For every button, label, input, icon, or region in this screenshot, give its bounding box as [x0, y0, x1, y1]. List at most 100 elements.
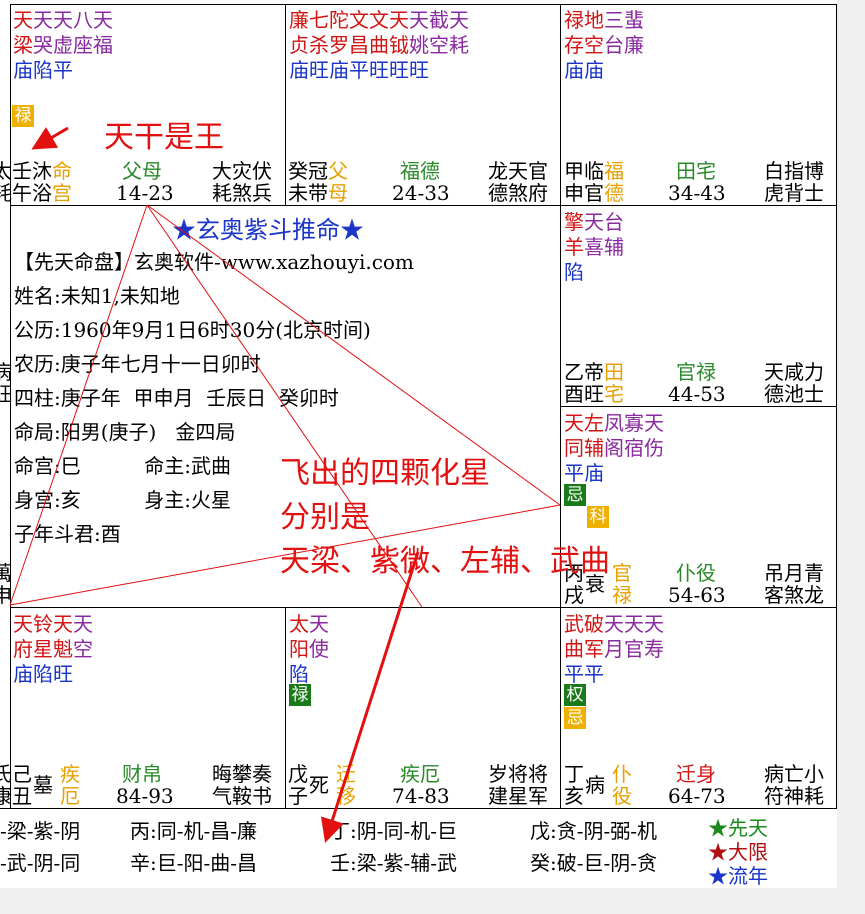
star-char: 天 [389, 8, 409, 32]
life-stage: 病 [585, 773, 605, 797]
star-char: 左 [584, 411, 604, 435]
scrollbar-horizontal[interactable] [0, 888, 865, 914]
star-char: 军 [584, 637, 604, 661]
stem: 甲 [564, 159, 584, 183]
palace-gods: 晦攀奏 [212, 762, 272, 786]
star-char: 文 [349, 8, 369, 32]
star-char: 府 [13, 637, 33, 661]
star-char: 天 [13, 8, 33, 32]
palace-name: 福德 [400, 159, 440, 183]
palace-wu-stem: 癸冠父 [288, 160, 348, 182]
star-char: 天 [53, 8, 73, 32]
solar-date-line: 公历:1960年9月1日6时30分(北京时间) [14, 318, 371, 342]
star-char: 陷 [564, 260, 584, 284]
star-char: 武 [564, 612, 584, 636]
branch: 亥 [564, 784, 584, 808]
palace-you-stem: 乙帝田 [564, 361, 624, 383]
software-line: 【先天命盘】玄奥软件-www.xazhouyi.com [14, 250, 414, 274]
star-char: 寿 [644, 637, 664, 661]
palace-tag: 德 [604, 181, 624, 205]
star-char: 庙 [584, 58, 604, 82]
life-palace-line: 命宫:巳 命主:武曲 [14, 454, 232, 478]
palace-hai-stem: 丁 [564, 763, 584, 785]
palace-stars: 天天天八天 梁哭虚座福 庙陷平 [13, 8, 113, 83]
star-char: 杀 [309, 33, 329, 57]
star-char: 文 [369, 8, 389, 32]
star-char: 辅 [604, 235, 624, 259]
star-char: 天 [93, 8, 113, 32]
star-char: 官 [624, 637, 644, 661]
star-char: 庙 [329, 58, 349, 82]
four-pillars-line: 四柱:庚子年 甲申月 壬辰日 癸卯时 [14, 386, 339, 410]
star-char: 旺 [309, 58, 329, 82]
name-line: 姓名:未知1,未知地 [14, 284, 180, 308]
palace-tag: 官 [612, 561, 632, 585]
star-char: 庙 [13, 662, 33, 686]
edge-char: 康 [0, 784, 12, 808]
destiny-pattern-line: 命局:阳男(庚子) 金四局 [14, 420, 236, 444]
sihua-cell: 辛:巨-阳-曲-昌 [130, 851, 258, 875]
palace-stars: 廉七陀文文天天截天 贞杀罗昌曲钺姚空耗 庙旺庙平旺旺旺 [289, 8, 469, 83]
star-char: 天 [53, 612, 73, 636]
palace-si-branch: 午浴宫 [12, 182, 72, 204]
star-char: 台 [604, 33, 624, 57]
palace-stars: 天左凤寡天 同辅阁宿伤 平庙 [564, 411, 664, 486]
edge-char: 耗 [0, 181, 12, 205]
life-stage: 死 [309, 773, 329, 797]
palace-name: 官禄 [676, 360, 716, 384]
ji-badge: 忌 [564, 707, 586, 729]
sihua-cell: 戊:贪-阴-弼-机 [530, 819, 658, 843]
star-char: 陷 [33, 662, 53, 686]
palace-tag: 禄 [612, 583, 632, 607]
star-char: 魁 [53, 637, 73, 661]
star-char: 伤 [644, 436, 664, 460]
star-char: 同 [564, 436, 584, 460]
star-char: 蜚 [624, 8, 644, 32]
quan-badge: 权 [564, 684, 586, 706]
palace-tag: 仆 [612, 762, 632, 786]
star-char: 破 [584, 612, 604, 636]
star-char: 太 [289, 612, 309, 636]
star-char: 天 [409, 8, 429, 32]
star-char: 旺 [369, 58, 389, 82]
stem: 戊 [288, 762, 308, 786]
branch: 午 [12, 181, 32, 205]
scrollbar-vertical[interactable] [837, 0, 865, 888]
stem: 乙 [564, 360, 584, 384]
annotation-tiangan: 天干是王 [104, 120, 224, 155]
sihua-cell: 癸:破-巨-阴-贪 [530, 851, 658, 875]
palace-tag: 母 [328, 181, 348, 205]
life-stage: 临 [584, 159, 604, 183]
palace-range: 34-43 [668, 181, 726, 205]
lu-badge: 禄 [12, 105, 34, 127]
palace-tag: 父 [328, 159, 348, 183]
palace-chou-branch: 丑 [12, 785, 32, 807]
palace-tag: 移 [336, 784, 356, 808]
palace-stars: 禄地三蜚 存空台廉 庙庙 [564, 8, 644, 83]
palace-range: 44-53 [668, 382, 726, 406]
palace-tag: 福 [604, 159, 624, 183]
star-char: 廉 [289, 8, 309, 32]
palace-range: 24-33 [392, 181, 450, 205]
star-char: 梁 [13, 33, 33, 57]
palace-gods: 德煞府 [488, 181, 548, 205]
star-char: 阳 [289, 637, 309, 661]
star-char: 天 [33, 8, 53, 32]
star-char: 使 [309, 637, 329, 661]
sihua-cell: -梁-紫-阴 [0, 819, 81, 843]
star-char: 台 [604, 210, 624, 234]
star-char: 耗 [449, 33, 469, 57]
stem: 丁 [564, 762, 584, 786]
star-char: 哭 [33, 33, 53, 57]
ji-badge: 忌 [564, 484, 586, 506]
star-char: 平 [349, 58, 369, 82]
palace-chou-stem: 己 [12, 763, 32, 785]
palace-gods: 客煞龙 [764, 583, 824, 607]
palace-gods: 气鞍书 [212, 784, 272, 808]
star-char: 羊 [564, 235, 584, 259]
palace-tag: 宫 [52, 181, 72, 205]
legend-liunian[interactable]: ★流年 [708, 860, 768, 889]
palace-name: 仆役 [676, 561, 716, 585]
lu-badge: 禄 [289, 684, 311, 706]
palace-you-branch: 酉旺宅 [564, 383, 624, 405]
